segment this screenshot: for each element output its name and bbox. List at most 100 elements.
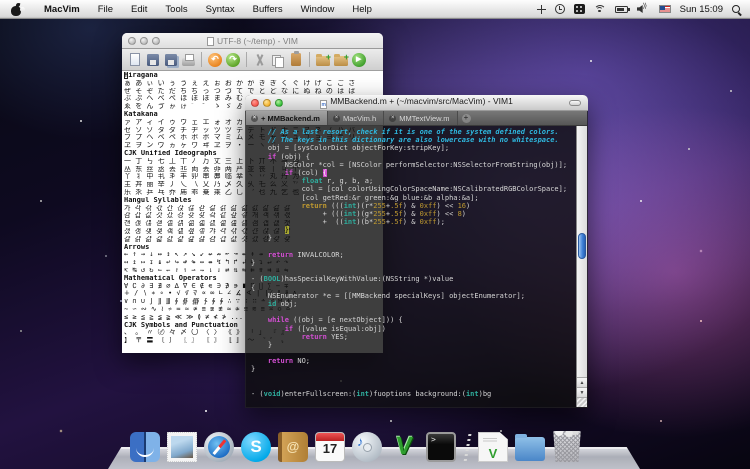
- close-button[interactable]: [251, 99, 259, 107]
- minimize-button[interactable]: [263, 99, 271, 107]
- close-button[interactable]: [128, 37, 136, 45]
- run-icon[interactable]: [352, 53, 366, 67]
- vim-code-body: // As a last resort, check if it is one …: [246, 126, 587, 407]
- code-line: [251, 374, 576, 382]
- code-buffer[interactable]: // As a last resort, check if it is one …: [246, 126, 576, 407]
- tab-mmtextview-m[interactable]: ×MMTextView.m: [384, 111, 457, 125]
- dock-skype-icon[interactable]: [241, 432, 271, 462]
- vim-toolbar: ↶↷: [122, 49, 383, 71]
- folder-icon[interactable]: [334, 56, 348, 66]
- code-line: {: [251, 284, 576, 292]
- document-proxy-icon[interactable]: [207, 37, 214, 46]
- menu-bar-clock[interactable]: Sun 15:09: [680, 4, 723, 15]
- code-line: [col getRed:&r green:&g blue:&b alpha:&a…: [251, 194, 576, 202]
- dock-finder-icon[interactable]: [130, 432, 160, 462]
- dock-trash-icon[interactable]: [552, 431, 582, 462]
- undo-icon[interactable]: ↶: [208, 53, 222, 67]
- code-line: [251, 308, 576, 316]
- zoom-button[interactable]: [152, 37, 160, 45]
- code-line: }: [251, 341, 576, 349]
- menu-window[interactable]: Window: [292, 0, 344, 19]
- minimize-button[interactable]: [140, 37, 148, 45]
- dock-itunes-icon[interactable]: [352, 432, 382, 462]
- scroll-up-button[interactable]: ▲: [577, 377, 587, 387]
- scrollbar-thumb[interactable]: [578, 233, 586, 259]
- code-line: - (BOOL)hasSpecialKeyWithValue:(NSString…: [251, 275, 576, 283]
- resize-grip[interactable]: [577, 397, 587, 407]
- save-icon[interactable]: [147, 54, 159, 66]
- menu-bar-status-area: Sun 15:09: [537, 4, 750, 15]
- code-line: // The keys in this dictionary are also …: [251, 136, 576, 144]
- tab-label: MMTextView.m: [399, 114, 449, 123]
- vim-utf8-titlebar[interactable]: UTF-8 (~/temp) - VIM: [122, 33, 383, 49]
- vol-status-icon[interactable]: [637, 4, 650, 14]
- redo-icon[interactable]: ↷: [226, 53, 240, 67]
- menu-tools[interactable]: Tools: [156, 0, 196, 19]
- dock-mail-icon[interactable]: [167, 432, 197, 462]
- paste-icon[interactable]: [291, 53, 301, 66]
- code-line: while ((obj = [e nextObject])) {: [251, 316, 576, 324]
- vim-code-window: mMMBackend.m + (~/macvim/src/MacVim) - V…: [245, 95, 588, 408]
- tab-close-icon[interactable]: ×: [389, 115, 396, 122]
- move-status-icon[interactable]: [537, 5, 546, 14]
- menu-help[interactable]: Help: [343, 0, 381, 19]
- menu-macvim[interactable]: MacVim: [35, 0, 89, 19]
- code-line: return (((int)(r*255+.5f) & 0xff) << 16): [251, 202, 576, 210]
- tab-bar: ×+ MMBackend.m×MacVim.h×MMTextView.m+: [246, 111, 587, 126]
- wifi-status-icon[interactable]: [594, 5, 606, 14]
- new-icon[interactable]: [130, 53, 140, 66]
- menu-syntax[interactable]: Syntax: [197, 0, 244, 19]
- dock-ical-icon[interactable]: [315, 432, 345, 462]
- zoom-button[interactable]: [275, 99, 283, 107]
- window-controls: [251, 99, 283, 107]
- menu-edit[interactable]: Edit: [122, 0, 156, 19]
- cut-icon[interactable]: [253, 53, 267, 67]
- window-title: mMMBackend.m + (~/macvim/src/MacVim) - V…: [245, 96, 588, 109]
- copy-icon[interactable]: [271, 53, 285, 67]
- dock-items: [130, 431, 582, 462]
- document-proxy-icon[interactable]: m: [320, 100, 327, 109]
- vim-code-titlebar[interactable]: mMMBackend.m + (~/macvim/src/MacVim) - V…: [245, 95, 588, 111]
- tab-macvim-h[interactable]: ×MacVim.h: [328, 111, 384, 125]
- batt-status-icon[interactable]: [615, 6, 628, 13]
- code-line: NSColor *col = [NSColor performSelector:…: [251, 161, 576, 169]
- scroll-down-button[interactable]: ▼: [577, 387, 587, 397]
- dock-safari-icon[interactable]: [204, 432, 234, 462]
- spotlight-icon[interactable]: [732, 5, 740, 13]
- code-line: [251, 349, 576, 357]
- window-controls: [128, 37, 160, 45]
- folder-icon[interactable]: [316, 56, 330, 66]
- apple-menu-icon[interactable]: [10, 3, 23, 16]
- tab-close-icon[interactable]: ×: [333, 115, 340, 122]
- flag-status-icon[interactable]: [659, 5, 671, 13]
- dock-macvim-icon[interactable]: [389, 432, 419, 462]
- code-line: // As a last resort, check if it is one …: [251, 128, 576, 136]
- code-line: return YES;: [251, 333, 576, 341]
- add-tab-button[interactable]: +: [462, 114, 471, 123]
- code-line: [251, 267, 576, 275]
- dock-vimdoc-icon[interactable]: [478, 432, 508, 462]
- scrollbar[interactable]: ▲ ▼: [576, 126, 587, 407]
- menu-file[interactable]: File: [89, 0, 122, 19]
- dock-term-icon[interactable]: [426, 432, 456, 462]
- code-line: col = [col colorUsingColorSpaceName:NSCa…: [251, 185, 576, 193]
- print-icon[interactable]: [182, 58, 195, 66]
- kbd-status-icon[interactable]: [574, 4, 585, 14]
- tab--mmbackend-m[interactable]: ×+ MMBackend.m: [246, 111, 328, 125]
- menu-buffers[interactable]: Buffers: [244, 0, 292, 19]
- window-title: UTF-8 (~/temp) - VIM: [122, 36, 383, 46]
- saveall-icon[interactable]: [165, 54, 177, 66]
- code-line: NSEnumerator *e = [[MMBackend specialKey…: [251, 292, 576, 300]
- glyph-row: ぁ あ ぃ い ぅ う ぇ え ぉ お か が き ぎ く ぐ け げ こ ご …: [124, 80, 383, 88]
- dock-folder-icon[interactable]: [515, 437, 545, 461]
- toolbar-toggle-lozenge[interactable]: [569, 100, 581, 106]
- clock-status-icon[interactable]: [555, 4, 565, 14]
- toolbar-separator: [246, 52, 247, 67]
- tab-close-icon[interactable]: ×: [251, 115, 258, 122]
- code-line: [251, 243, 576, 251]
- code-line: obj = [sysColorDict objectForKey:stripKe…: [251, 144, 576, 152]
- dock-book-icon[interactable]: [278, 432, 308, 462]
- code-line: return INVALCOLOR;: [251, 251, 576, 259]
- code-line: - (void)enterFullscreen:(int)fuoptions b…: [251, 390, 576, 398]
- code-line: }: [251, 234, 576, 242]
